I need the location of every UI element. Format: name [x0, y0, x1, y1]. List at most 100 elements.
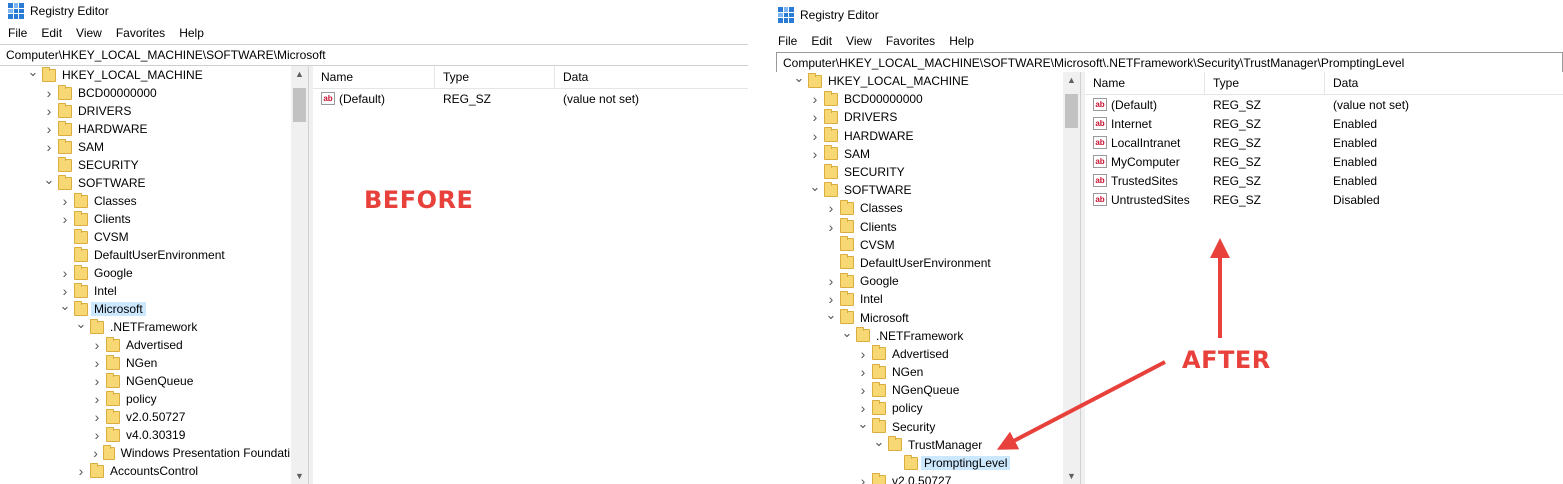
tree-node[interactable]: CVSM: [0, 228, 290, 246]
chevron-right-icon[interactable]: ›: [824, 291, 838, 307]
scroll-thumb[interactable]: [1065, 94, 1078, 128]
menu-favorites[interactable]: Favorites: [886, 34, 935, 48]
menu-favorites[interactable]: Favorites: [116, 26, 165, 40]
chevron-right-icon[interactable]: ›: [42, 139, 56, 155]
tree-node[interactable]: › Classes: [770, 199, 1062, 217]
chevron-down-icon[interactable]: ⌄: [824, 307, 838, 322]
value-row[interactable]: ab TrustedSites REG_SZ Enabled: [1085, 171, 1563, 190]
chevron-down-icon[interactable]: ⌄: [808, 179, 822, 194]
menu-view[interactable]: View: [76, 26, 102, 40]
tree-node[interactable]: ⌄ SOFTWARE: [770, 179, 1062, 199]
scroll-down-icon[interactable]: ▼: [291, 468, 308, 484]
tree-scrollbar[interactable]: ▲ ▼: [1063, 72, 1080, 484]
value-row[interactable]: ab Internet REG_SZ Enabled: [1085, 114, 1563, 133]
scroll-up-icon[interactable]: ▲: [291, 66, 308, 82]
tree-node[interactable]: DefaultUserEnvironment: [770, 254, 1062, 272]
chevron-right-icon[interactable]: ›: [90, 409, 104, 425]
chevron-down-icon[interactable]: ⌄: [42, 172, 56, 187]
menu-help[interactable]: Help: [179, 26, 204, 40]
tree-node[interactable]: › policy: [0, 390, 290, 408]
chevron-right-icon[interactable]: ›: [90, 391, 104, 407]
menu-file[interactable]: File: [8, 26, 27, 40]
tree-node[interactable]: › Google: [770, 272, 1062, 290]
tree-node[interactable]: › NGen: [770, 363, 1062, 381]
chevron-right-icon[interactable]: ›: [856, 364, 870, 380]
tree-node[interactable]: › NGenQueue: [0, 372, 290, 390]
chevron-right-icon[interactable]: ›: [824, 200, 838, 216]
tree-node[interactable]: › SAM: [0, 138, 290, 156]
tree-node[interactable]: › Clients: [770, 218, 1062, 236]
tree-node[interactable]: › SAM: [770, 145, 1062, 163]
chevron-down-icon[interactable]: ⌄: [840, 325, 854, 340]
value-row[interactable]: ab (Default) REG_SZ (value not set): [1085, 95, 1563, 114]
column-name[interactable]: Name: [313, 66, 435, 88]
tree-node[interactable]: › Google: [0, 264, 290, 282]
tree-node[interactable]: ⌄ TrustManager: [770, 434, 1062, 454]
tree-node[interactable]: › Intel: [0, 282, 290, 300]
address-bar[interactable]: Computer\HKEY_LOCAL_MACHINE\SOFTWARE\Mic…: [776, 52, 1563, 74]
tree-node[interactable]: DefaultUserEnvironment: [0, 246, 290, 264]
chevron-right-icon[interactable]: ›: [90, 445, 101, 461]
value-row[interactable]: ab LocalIntranet REG_SZ Enabled: [1085, 133, 1563, 152]
chevron-down-icon[interactable]: ⌄: [74, 316, 88, 331]
tree-node[interactable]: › DRIVERS: [0, 102, 290, 120]
tree-node[interactable]: CVSM: [770, 236, 1062, 254]
chevron-right-icon[interactable]: ›: [856, 346, 870, 362]
tree-node[interactable]: › Clients: [0, 210, 290, 228]
tree-node[interactable]: ⌄ .NETFramework: [770, 325, 1062, 345]
chevron-down-icon[interactable]: ⌄: [856, 416, 870, 431]
tree-node[interactable]: › Classes: [0, 192, 290, 210]
chevron-right-icon[interactable]: ›: [856, 473, 870, 484]
scroll-thumb[interactable]: [293, 88, 306, 122]
menu-help[interactable]: Help: [949, 34, 974, 48]
value-row[interactable]: ab (Default) REG_SZ (value not set): [313, 89, 748, 108]
chevron-down-icon[interactable]: ⌄: [872, 434, 886, 449]
tree-node[interactable]: › policy: [770, 399, 1062, 417]
chevron-right-icon[interactable]: ›: [856, 382, 870, 398]
value-row[interactable]: ab MyComputer REG_SZ Enabled: [1085, 152, 1563, 171]
scroll-down-icon[interactable]: ▼: [1063, 468, 1080, 484]
tree-node[interactable]: › HARDWARE: [0, 120, 290, 138]
chevron-down-icon[interactable]: ⌄: [792, 72, 806, 85]
menu-edit[interactable]: Edit: [41, 26, 62, 40]
tree-node[interactable]: › DRIVERS: [770, 108, 1062, 126]
tree-node[interactable]: › BCD00000000: [0, 84, 290, 102]
column-type[interactable]: Type: [435, 66, 555, 88]
chevron-right-icon[interactable]: ›: [42, 103, 56, 119]
tree-node[interactable]: › Windows Presentation Foundati: [0, 444, 290, 462]
menu-edit[interactable]: Edit: [811, 34, 832, 48]
chevron-right-icon[interactable]: ›: [42, 85, 56, 101]
tree-node[interactable]: › AccountsControl: [0, 462, 290, 480]
tree-node[interactable]: › Advertised: [0, 336, 290, 354]
value-row[interactable]: ab UntrustedSites REG_SZ Disabled: [1085, 190, 1563, 209]
chevron-right-icon[interactable]: ›: [856, 400, 870, 416]
tree-node[interactable]: › BCD00000000: [770, 90, 1062, 108]
column-data[interactable]: Data: [555, 66, 748, 88]
tree-node[interactable]: › v2.0.50727: [0, 408, 290, 426]
registry-key-tree[interactable]: ⌄ HKEY_LOCAL_MACHINE › BCD00000000 › DRIVERS ›…: [0, 66, 308, 484]
chevron-right-icon[interactable]: ›: [58, 193, 72, 209]
chevron-right-icon[interactable]: ›: [74, 463, 88, 479]
chevron-right-icon[interactable]: ›: [58, 283, 72, 299]
tree-node[interactable]: › NGenQueue: [770, 381, 1062, 399]
chevron-right-icon[interactable]: ›: [90, 355, 104, 371]
tree-node[interactable]: ⌄ HKEY_LOCAL_MACHINE: [0, 66, 290, 84]
menu-view[interactable]: View: [846, 34, 872, 48]
tree-node[interactable]: › Advertised: [770, 345, 1062, 363]
chevron-right-icon[interactable]: ›: [58, 265, 72, 281]
chevron-right-icon[interactable]: ›: [808, 91, 822, 107]
tree-node[interactable]: ⌄ .NETFramework: [0, 316, 290, 336]
chevron-right-icon[interactable]: ›: [42, 121, 56, 137]
tree-node[interactable]: › v2.0.50727: [770, 472, 1062, 484]
column-data[interactable]: Data: [1325, 72, 1563, 94]
chevron-right-icon[interactable]: ›: [90, 427, 104, 443]
chevron-right-icon[interactable]: ›: [90, 337, 104, 353]
tree-node[interactable]: ⌄ Security: [770, 416, 1062, 436]
scroll-up-icon[interactable]: ▲: [1063, 72, 1080, 88]
tree-node[interactable]: ⌄ SOFTWARE: [0, 172, 290, 192]
chevron-right-icon[interactable]: ›: [808, 109, 822, 125]
tree-node[interactable]: › Intel: [770, 290, 1062, 308]
chevron-right-icon[interactable]: ›: [808, 128, 822, 144]
chevron-right-icon[interactable]: ›: [90, 373, 104, 389]
chevron-down-icon[interactable]: ⌄: [26, 66, 40, 79]
